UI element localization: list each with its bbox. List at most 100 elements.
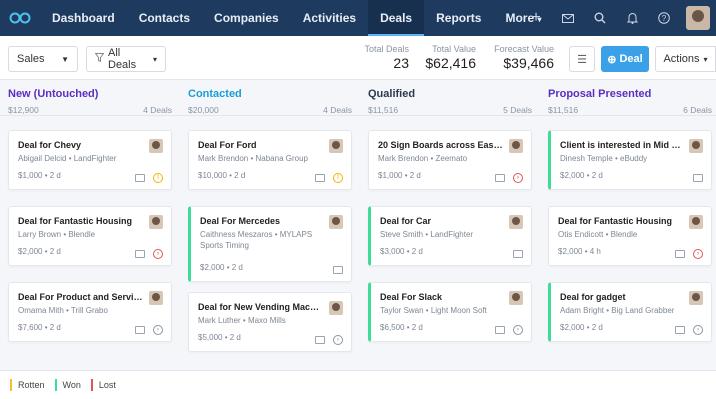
deal-company: Zeemato (435, 154, 468, 163)
deal-title[interactable]: Deal for Fantastic Housing (18, 216, 143, 226)
deal-title[interactable]: Deal For Slack (380, 292, 505, 302)
legend-lost-swatch (90, 379, 93, 391)
next-activity-icon[interactable]: › (153, 325, 163, 335)
deal-card[interactable]: Deal For Ford Mark Brendon • Nabana Group… (188, 130, 352, 190)
deal-card[interactable]: Client is interested in Mid Lev... Dinesh… (548, 130, 712, 190)
deal-value: $2,000 (18, 247, 43, 256)
logo-icon[interactable] (0, 0, 40, 36)
deal-contact-company: Larry Brown • Blendle (18, 229, 148, 240)
deal-title[interactable]: Deal for Chevy (18, 140, 143, 150)
plus-icon[interactable]: + (520, 0, 552, 36)
deal-card[interactable]: Deal for Fantastic Housing Otis Endicott … (548, 206, 712, 266)
next-activity-icon[interactable]: › (693, 325, 703, 335)
nav-reports[interactable]: Reports (424, 0, 493, 36)
mail-icon[interactable] (315, 174, 325, 182)
nav-deals[interactable]: Deals (368, 0, 425, 36)
deal-contact-company: Mark Brendon • Nabana Group (198, 153, 328, 164)
deal-age: 2 d (49, 323, 61, 332)
mail-icon[interactable] (675, 326, 685, 334)
next-activity-icon[interactable]: › (693, 249, 703, 259)
nav-contacts[interactable]: Contacts (127, 0, 202, 36)
rotten-warning-icon[interactable]: ! (333, 173, 343, 183)
deal-company: Light Moon Soft (430, 306, 487, 315)
deal-contact: Otis Endicott (558, 230, 604, 239)
deal-card[interactable]: Deal For Mercedes Caithness Meszaros • MY… (188, 206, 352, 282)
caret-down-icon: ▼ (61, 54, 69, 64)
deal-title[interactable]: Deal for New Vending Machine (198, 302, 323, 312)
mail-icon[interactable] (495, 174, 505, 182)
deal-card[interactable]: Deal for Fantastic Housing Larry Brown • … (8, 206, 172, 266)
nav-activities[interactable]: Activities (291, 0, 368, 36)
list-view-button[interactable]: ☰ (569, 46, 595, 72)
deals-toolbar: Sales ▼ All Deals ▾ Total Deals 23 Total… (0, 36, 716, 80)
deal-title[interactable]: Deal for Car (380, 216, 505, 226)
deal-card[interactable]: Deal for Chevy Abigail Delcid • LandFight… (8, 130, 172, 190)
deal-filter-select[interactable]: All Deals ▾ (86, 46, 166, 72)
search-icon[interactable] (584, 0, 616, 36)
separator-dot: • (428, 154, 436, 163)
deal-card[interactable]: Deal for Car Steve Smith • LandFighter $3,… (368, 206, 532, 266)
mail-icon[interactable] (495, 326, 505, 334)
deal-contact-company: Mark Luther • Maxo Mills (198, 315, 328, 326)
column-amount: $11,516 (368, 105, 399, 115)
deal-contact: Caithness Meszaros (200, 230, 273, 239)
add-deal-button[interactable]: ⊕ Deal (601, 46, 649, 72)
deal-card[interactable]: Deal For Product and Services Omama Mith … (8, 282, 172, 342)
pipeline-select[interactable]: Sales ▼ (8, 46, 78, 72)
owner-avatar (329, 215, 343, 229)
column-summary: $12,900 4 Deals (8, 105, 172, 115)
next-activity-icon[interactable]: › (513, 325, 523, 335)
column-title: Qualified (368, 88, 416, 100)
rotten-warning-icon[interactable]: ! (153, 173, 163, 183)
legend-rotten: Rotten (10, 379, 45, 391)
deal-card[interactable]: Deal for New Vending Machine Mark Luther … (188, 292, 352, 352)
chevron-down-icon: ▾ (152, 54, 157, 64)
deal-contact-company: Mark Brendon • Zeemato (378, 153, 508, 164)
bell-icon[interactable] (616, 0, 648, 36)
mail-icon[interactable] (135, 250, 145, 258)
deal-title[interactable]: Deal For Product and Services (18, 292, 143, 302)
deal-contact-company: Abigail Delcid • LandFighter (18, 153, 148, 164)
deal-contact-company: Dinesh Temple • eBuddy (560, 153, 690, 164)
owner-avatar (149, 291, 163, 305)
deal-title[interactable]: Deal For Ford (198, 140, 323, 150)
deal-title[interactable]: Client is interested in Mid Lev... (560, 140, 685, 150)
nav-companies[interactable]: Companies (202, 0, 291, 36)
deal-title[interactable]: 20 Sign Boards across East Str... (378, 140, 503, 150)
help-icon[interactable]: ? (648, 0, 680, 36)
total-deals-stat: Total Deals 23 (355, 44, 409, 71)
separator-dot: • (584, 323, 592, 332)
forecast-stat: Forecast Value $39,466 (488, 44, 554, 71)
deal-title[interactable]: Deal For Mercedes (200, 216, 325, 226)
deal-card[interactable]: Deal For Slack Taylor Swan • Light Moon S… (368, 282, 532, 342)
nav-dashboard[interactable]: Dashboard (40, 0, 127, 36)
mail-icon[interactable] (552, 0, 584, 36)
deal-value-age: $2,000 • 2 d (560, 171, 603, 180)
deal-title[interactable]: Deal for Fantastic Housing (558, 216, 683, 226)
deal-value: $3,000 (380, 247, 405, 256)
actions-button[interactable]: Actions ▾ (655, 46, 716, 72)
mail-icon[interactable] (693, 174, 703, 182)
deal-card[interactable]: 20 Sign Boards across East Str... Mark Br… (368, 130, 532, 190)
mail-icon[interactable] (315, 336, 325, 344)
deal-card[interactable]: Deal for gadget Adam Bright • Big Land Gr… (548, 282, 712, 342)
next-activity-icon[interactable]: › (513, 173, 523, 183)
legend-won-swatch (54, 379, 57, 391)
avatar[interactable] (686, 6, 710, 30)
separator-dot: • (63, 306, 71, 315)
column-amount: $11,516 (548, 105, 579, 115)
separator-dot: • (272, 230, 280, 239)
next-activity-icon[interactable]: › (333, 335, 343, 345)
deal-title[interactable]: Deal for gadget (560, 292, 685, 302)
mail-icon[interactable] (333, 266, 343, 274)
mail-icon[interactable] (675, 250, 685, 258)
mail-icon[interactable] (135, 326, 145, 334)
deal-value: $5,000 (198, 333, 223, 342)
mail-icon[interactable] (513, 250, 523, 258)
next-activity-icon[interactable]: › (153, 249, 163, 259)
separator-dot: • (402, 171, 410, 180)
deal-company: eBuddy (620, 154, 648, 163)
separator-dot: • (248, 154, 256, 163)
deal-contact: Adam Bright (560, 306, 605, 315)
mail-icon[interactable] (135, 174, 145, 182)
